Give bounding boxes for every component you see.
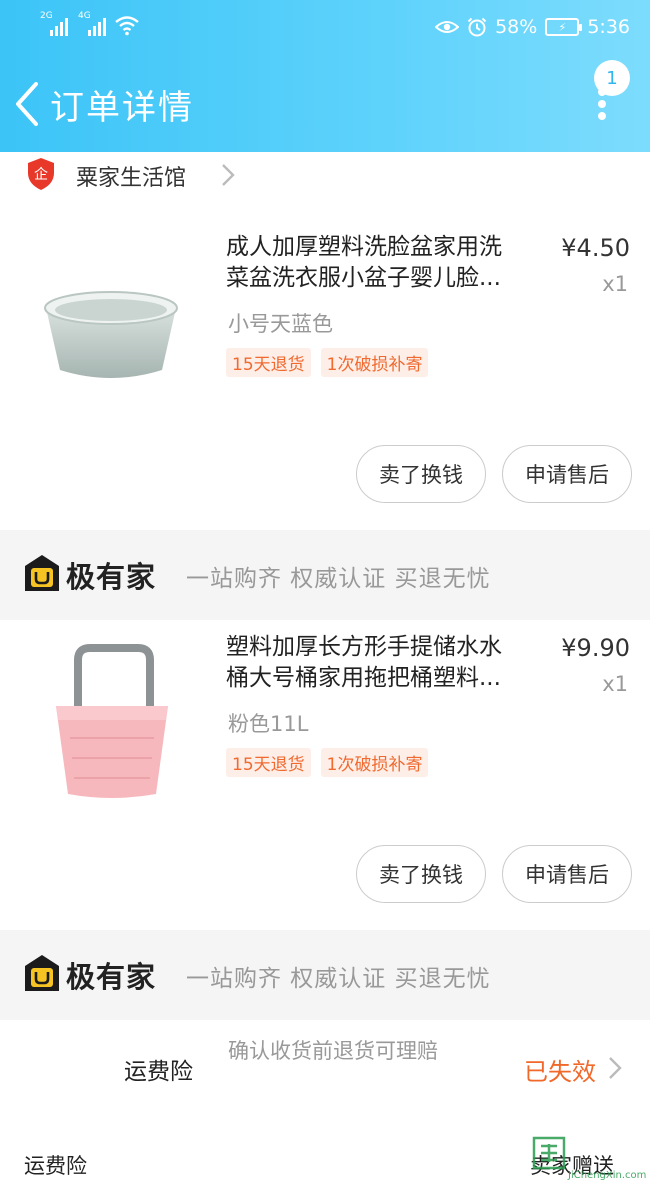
- after-sale-button[interactable]: 申请售后: [502, 845, 632, 903]
- chevron-right-icon[interactable]: [608, 1056, 622, 1080]
- jiyoujia-logo-icon: [25, 955, 59, 991]
- insurance-status[interactable]: 已失效: [524, 1052, 596, 1087]
- service-tags: 15天退货 1次破损补寄: [226, 748, 429, 777]
- product-price: ¥9.90: [561, 634, 630, 662]
- summary-label: 运费险: [24, 1154, 87, 1178]
- after-sale-button[interactable]: 申请售后: [502, 445, 632, 503]
- clock: 5:36: [587, 16, 630, 38]
- status-bar: 2G 4G 58% ⚡ 5:36: [0, 0, 650, 56]
- title-bar: 订单详情 1: [0, 56, 650, 152]
- order-item-1: 成人加厚塑料洗脸盆家用洗 菜盆洗衣服小盆子婴儿脸... ¥4.50 x1 小号天…: [0, 200, 650, 530]
- sell-for-cash-button[interactable]: 卖了换钱: [356, 445, 486, 503]
- svg-text:企: 企: [34, 166, 48, 183]
- enterprise-shop-icon: 企: [28, 158, 54, 190]
- insurance-description: 确认收货前退货可理赔: [228, 1039, 438, 1063]
- store-header[interactable]: 企 粟家生活馆: [0, 152, 650, 200]
- watermark: JiChengXin.com: [532, 1136, 650, 1188]
- tag-damage-reship: 1次破损补寄: [320, 348, 429, 377]
- back-arrow-icon[interactable]: [12, 80, 42, 128]
- sell-for-cash-button[interactable]: 卖了换钱: [356, 845, 486, 903]
- app-header: 2G 4G 58% ⚡ 5:36 订单详情 1: [0, 0, 650, 152]
- jiyoujia-banner: 极有家 一站购齐 权威认证 买退无忧: [0, 530, 650, 620]
- service-tags: 15天退货 1次破损补寄: [226, 348, 429, 377]
- wifi-icon: [115, 16, 139, 36]
- more-menu-icon[interactable]: [592, 84, 612, 124]
- product-quantity: x1: [602, 272, 628, 296]
- alarm-icon: [467, 17, 487, 37]
- battery-icon: ⚡: [545, 18, 583, 36]
- shipping-insurance-row[interactable]: 运费险 确认收货前退货可理赔 已失效: [0, 1020, 650, 1130]
- tag-damage-reship: 1次破损补寄: [320, 748, 429, 777]
- jiyoujia-banner: 极有家 一站购齐 权威认证 买退无忧: [0, 930, 650, 1020]
- product-variant: 粉色11L: [228, 712, 309, 736]
- page-title: 订单详情: [50, 88, 194, 128]
- insurance-label: 运费险: [124, 1059, 193, 1085]
- eye-comfort-icon: [435, 21, 460, 33]
- product-variant: 小号天蓝色: [228, 312, 333, 336]
- product-title[interactable]: 成人加厚塑料洗脸盆家用洗 菜盆洗衣服小盆子婴儿脸...: [226, 232, 544, 294]
- jiyoujia-logo-icon: [25, 555, 59, 591]
- jiyoujia-brand: 极有家: [66, 560, 157, 594]
- tag-return-15-days: 15天退货: [226, 748, 311, 777]
- product-image-bucket[interactable]: [50, 642, 174, 802]
- jiyoujia-brand: 极有家: [66, 960, 157, 994]
- status-right: 58% ⚡ 5:36: [435, 14, 630, 40]
- chevron-right-icon[interactable]: [220, 162, 236, 188]
- product-image-basin[interactable]: [40, 280, 182, 384]
- product-quantity: x1: [602, 672, 628, 696]
- watermark-text: JiChengXin.com: [568, 1170, 647, 1181]
- signal-icon-sim1: 2G: [40, 11, 68, 36]
- store-name[interactable]: 粟家生活馆: [76, 160, 186, 192]
- product-price: ¥4.50: [561, 234, 630, 262]
- order-item-2: 塑料加厚长方形手提储水水 桶大号桶家用拖把桶塑料... ¥9.90 x1 粉色1…: [0, 620, 650, 930]
- tag-return-15-days: 15天退货: [226, 348, 311, 377]
- product-title[interactable]: 塑料加厚长方形手提储水水 桶大号桶家用拖把桶塑料...: [226, 632, 544, 694]
- battery-percent: 58%: [495, 16, 538, 38]
- signal-icon-sim2: 4G: [78, 11, 106, 36]
- jiyoujia-slogan: 一站购齐 权威认证 买退无忧: [186, 566, 491, 592]
- jiyoujia-slogan: 一站购齐 权威认证 买退无忧: [186, 966, 491, 992]
- watermark-logo-icon: [532, 1136, 566, 1170]
